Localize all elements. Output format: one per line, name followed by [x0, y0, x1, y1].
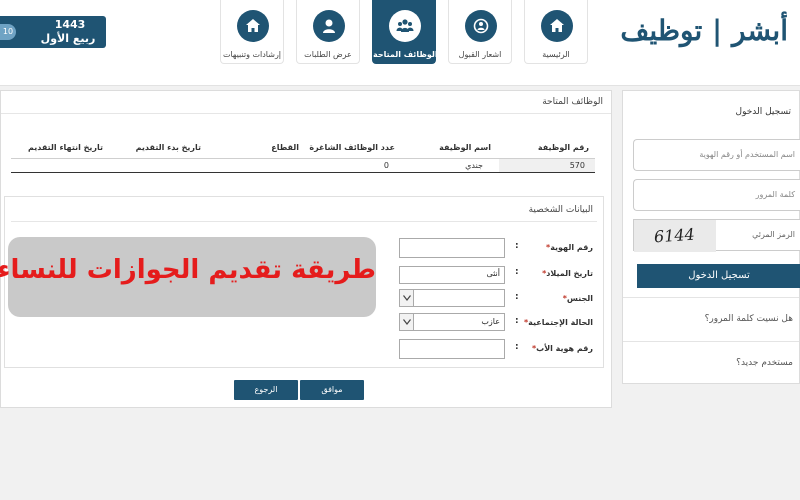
colon: :	[515, 342, 519, 352]
nav-label: الرئيسية	[542, 50, 570, 59]
gender-label: *الجنس	[563, 294, 593, 303]
ok-button[interactable]: موافق	[300, 380, 364, 400]
login-title: تسجيل الدخول	[735, 107, 791, 117]
nav-tile-available-jobs[interactable]: الوظائف المتاحة	[372, 0, 438, 64]
nav-tile-home[interactable]: الرئيسية	[524, 0, 588, 64]
column-header-start-date: تاريخ بدء التقديم	[135, 143, 201, 152]
back-button[interactable]: الرجوع	[234, 380, 298, 400]
password-input[interactable]: كلمة المرور	[633, 179, 800, 211]
captcha-image: 6144	[634, 220, 716, 252]
id-number-input[interactable]	[399, 238, 505, 258]
personal-data-panel: البيانات الشخصية *رقم الهوية : *تاريخ ال…	[0, 196, 604, 368]
father-id-label: *رقم هوية الأب	[532, 344, 593, 353]
birth-date-label: *تاريخ الميلاد	[542, 269, 593, 278]
nav-tile-view-requests[interactable]: عرض الطلبات	[296, 0, 360, 64]
date-month: ربيع الأول	[40, 32, 96, 45]
label-text: الحالة الإجتماعية	[528, 318, 593, 327]
divider	[1, 113, 611, 114]
chevron-down-icon[interactable]	[400, 314, 414, 330]
cell-job-name: جندي	[465, 161, 483, 170]
hijri-date-box: 10 1443 ربيع الأول	[0, 16, 106, 48]
forgot-password-link[interactable]: هل نسيت كلمة المرور؟	[623, 297, 799, 341]
marital-status-select[interactable]: عازب	[399, 313, 505, 331]
colon: :	[515, 241, 519, 251]
overlay-text: طريقة تقديم الجوازات للنساء	[0, 255, 376, 285]
notice-icon	[465, 10, 497, 42]
colon: :	[515, 267, 519, 277]
column-header-job-name: اسم الوظيفة	[439, 143, 491, 152]
table-header-row: رقم الوظيفة اسم الوظيفة عدد الوظائف الشا…	[11, 135, 595, 159]
date-year: 1443	[54, 18, 86, 31]
nav-label: الوظائف المتاحة	[373, 50, 438, 59]
home-icon	[237, 10, 269, 42]
link-text: هل نسيت كلمة المرور؟	[704, 314, 793, 324]
father-id-input[interactable]	[399, 339, 505, 359]
cell-job-number: 570	[569, 161, 585, 170]
id-number-label: *رقم الهوية	[546, 243, 593, 252]
group-icon	[389, 10, 421, 42]
username-input[interactable]: اسم المستخدم أو رقم الهوية	[633, 139, 800, 171]
label-text: الجنس	[566, 294, 593, 303]
login-panel: تسجيل الدخول اسم المستخدم أو رقم الهوية …	[622, 90, 800, 384]
cell-vacancies: 0	[383, 161, 389, 170]
new-user-link[interactable]: مستخدم جديد؟	[623, 341, 799, 385]
chevron-down-icon[interactable]	[400, 290, 414, 306]
column-header-vacancies: عدد الوظائف الشاغرة	[309, 143, 395, 152]
label-text: تاريخ الميلاد	[546, 269, 593, 278]
colon: :	[515, 292, 519, 302]
birth-date-input[interactable]: أنثى	[399, 266, 505, 284]
column-header-end-date: تاريخ انتهاء التقديم	[27, 143, 103, 152]
captcha-input[interactable]: الرمز المرئي	[752, 230, 795, 239]
label-text: رقم الهوية	[550, 243, 593, 252]
overlay-banner: طريقة تقديم الجوازات للنساء	[0, 237, 376, 317]
absher-tawtheef-logo[interactable]: أبشر | توظيف	[620, 14, 789, 64]
user-icon	[313, 10, 345, 42]
column-header-sector: القطاع	[271, 143, 299, 152]
captcha-text: 6144	[653, 224, 696, 247]
login-button[interactable]: تسجيل الدخول	[637, 264, 800, 288]
home-icon	[541, 10, 573, 42]
nav-tile-acceptance-notice[interactable]: اشعار القبول	[448, 0, 512, 64]
marital-status-label: *الحالة الإجتماعية	[524, 318, 593, 327]
section-title: البيانات الشخصية	[528, 205, 593, 215]
panel-title: الوظائف المتاحة	[542, 97, 603, 107]
top-header: 10 1443 ربيع الأول إرشادات وتنبيهات عرض …	[0, 0, 800, 86]
gender-select[interactable]	[399, 289, 505, 307]
column-header-job-number: رقم الوظيفة	[537, 143, 589, 152]
logo-text: أبشر | توظيف	[620, 14, 789, 47]
table-row[interactable]: 570 جندي 0	[11, 159, 595, 173]
link-text: مستخدم جديد؟	[736, 358, 793, 368]
selected-value: عازب	[481, 317, 500, 326]
nav-label: إرشادات وتنبيهات	[222, 50, 282, 59]
nav-label: اشعار القبول	[458, 50, 502, 59]
label-text: رقم هوية الأب	[536, 344, 593, 353]
nav-tile-guidelines[interactable]: إرشادات وتنبيهات	[220, 0, 284, 64]
divider	[11, 221, 597, 222]
date-day: 10	[0, 24, 16, 40]
nav-label: عرض الطلبات	[304, 50, 352, 59]
colon: :	[515, 316, 519, 326]
captcha-row: 6144 الرمز المرئي	[633, 219, 800, 252]
